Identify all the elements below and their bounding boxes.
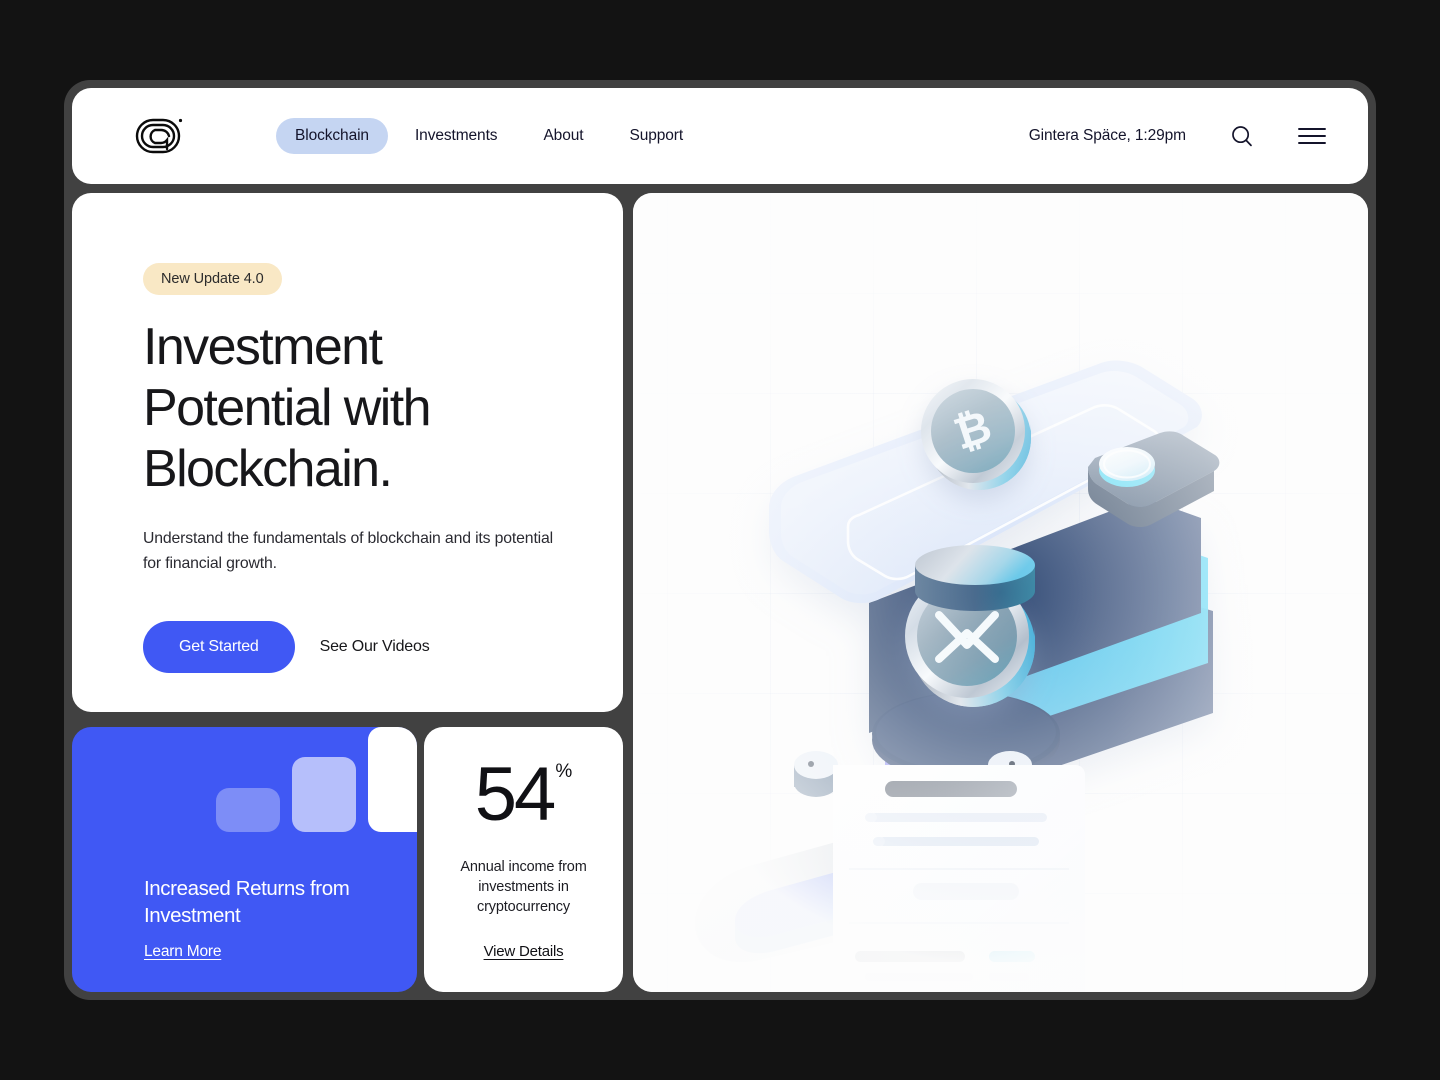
get-started-button[interactable]: Get Started <box>143 621 295 673</box>
hero-card: New Update 4.0 Investment Potential with… <box>72 193 623 712</box>
learn-more-link[interactable]: Learn More <box>144 943 221 961</box>
nav-item-blockchain[interactable]: Blockchain <box>276 118 388 154</box>
annual-income-stat-card: 54 % Annual income from investments in c… <box>424 727 623 992</box>
gintera-logo[interactable] <box>134 116 184 156</box>
main-navigation: Blockchain Investments About Support <box>276 118 702 154</box>
chart-bar-1 <box>216 788 280 832</box>
content-stage: New Update 4.0 Investment Potential with… <box>72 193 1368 992</box>
device-frame: Blockchain Investments About Support Gin… <box>64 80 1376 1000</box>
site-header: Blockchain Investments About Support Gin… <box>72 88 1368 184</box>
search-icon[interactable] <box>1228 122 1256 150</box>
illustration-panel: ₿ <box>633 193 1368 992</box>
page-title: Investment Potential with Blockchain. <box>143 317 563 500</box>
nav-item-investments[interactable]: Investments <box>396 118 516 154</box>
status-location-time: Gintera Späce, 1:29pm <box>1028 127 1186 144</box>
returns-card-title: Increased Returns from Investment <box>144 877 350 927</box>
stat-value-row: 54 % <box>475 755 572 835</box>
hero-title-line-1: Investment <box>143 318 383 376</box>
header-right-group: Gintera Späce, 1:29pm <box>1029 122 1326 150</box>
hamburger-menu-icon[interactable] <box>1298 122 1326 150</box>
stat-value: 54 <box>474 752 557 837</box>
nav-item-about[interactable]: About <box>524 118 602 154</box>
grid-fade-overlay <box>633 193 1368 992</box>
hero-title-line-3: Blockchain. <box>143 440 393 498</box>
stat-description: Annual income from investments in crypto… <box>460 859 587 915</box>
hero-actions: Get Started See Our Videos <box>143 621 563 673</box>
stat-unit: % <box>555 761 573 782</box>
see-our-videos-link[interactable]: See Our Videos <box>320 638 430 656</box>
hero-subtitle: Understand the fundamentals of blockchai… <box>143 530 554 572</box>
bar-chart-graphic <box>216 727 417 832</box>
view-details-link[interactable]: View Details <box>484 943 564 960</box>
hero-title-line-2: Potential with <box>143 379 431 437</box>
nav-item-support[interactable]: Support <box>610 118 702 154</box>
new-update-badge: New Update 4.0 <box>143 263 282 295</box>
increased-returns-card[interactable]: Increased Returns from Investment Learn … <box>72 727 417 992</box>
chart-bar-2 <box>292 757 356 832</box>
chart-bar-3 <box>368 727 417 832</box>
